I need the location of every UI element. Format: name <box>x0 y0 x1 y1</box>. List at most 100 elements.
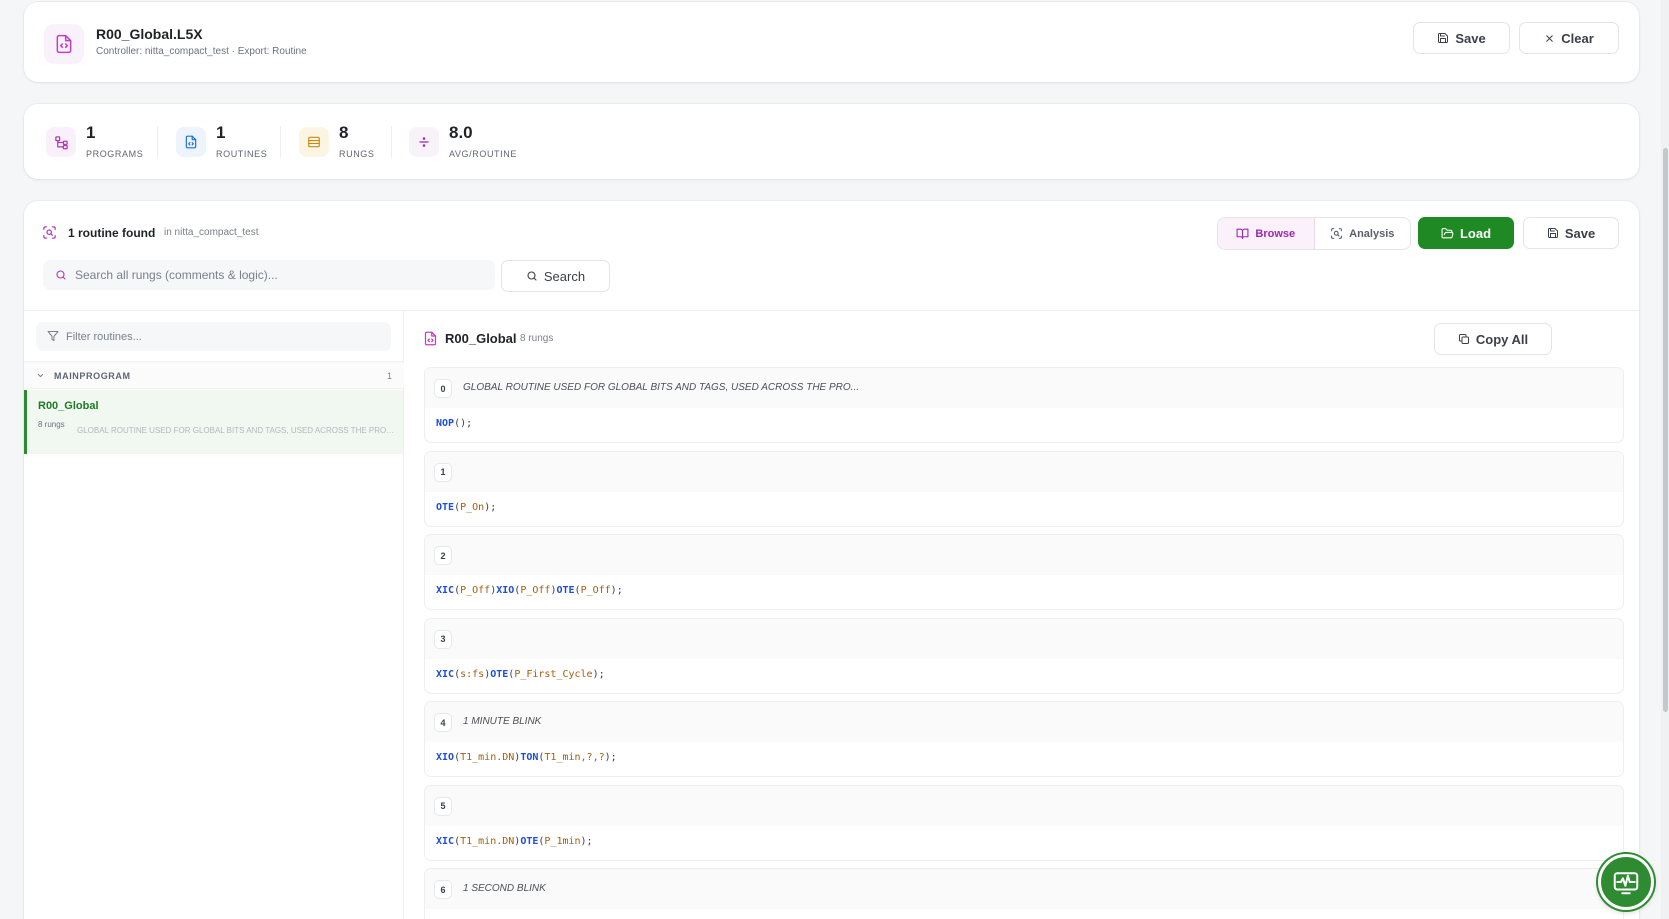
rung-number: 2 <box>434 546 452 565</box>
rung-logic: XIC(T1_min.DN)OTE(P_1min); <box>436 836 593 847</box>
rung-number: 0 <box>434 379 452 398</box>
tab-analysis[interactable]: Analysis <box>1315 218 1411 249</box>
results-scope: in nitta_compact_test <box>164 227 259 238</box>
scrollbar-thumb[interactable] <box>1663 148 1668 712</box>
rung-logic: XIC(P_Off)XIO(P_Off)OTE(P_Off); <box>436 585 623 596</box>
book-open-icon <box>1236 227 1249 240</box>
rung-card[interactable]: 6 1 SECOND BLINK <box>424 868 1624 919</box>
stat-value: 1 <box>86 123 96 142</box>
rung-card[interactable]: 0 GLOBAL ROUTINE USED FOR GLOBAL BITS AND… <box>424 367 1624 443</box>
tag-token: P_First_Cycle <box>514 668 593 680</box>
routine-title: R00_Global <box>445 331 517 346</box>
instruction-token: TON <box>520 752 539 763</box>
divider <box>157 126 158 158</box>
save-button[interactable]: Save <box>1523 217 1619 249</box>
punctuation-token: ); <box>580 835 593 847</box>
instruction-token: XIO <box>436 752 455 763</box>
view-toggle: Browse Analysis <box>1217 217 1411 250</box>
rung-header: 6 1 SECOND BLINK <box>425 869 1623 909</box>
instruction-token: OTE <box>436 501 455 513</box>
file-title: R00_Global.L5X <box>96 26 203 42</box>
search-button[interactable]: Search <box>501 260 610 292</box>
tag-token: P_Off <box>520 585 551 596</box>
rung-card[interactable]: 4 1 MINUTE BLINK XIO(T1_min.DN)TON(T1_min,… <box>424 701 1624 777</box>
routine-rung-count: 8 rungs <box>38 420 65 429</box>
clear-button[interactable]: Clear <box>1519 22 1619 54</box>
stats-bar: 1 PROGRAMS 1 ROUTINES 8 RUNGS 8.0 AVG/RO… <box>24 104 1639 179</box>
instruction-token: OTE <box>490 668 509 680</box>
rung-number: 3 <box>434 629 452 649</box>
rung-logic: NOP(); <box>436 418 472 429</box>
punctuation-token: (); <box>454 418 473 429</box>
waveform-monitor-icon <box>1611 867 1641 897</box>
punctuation-token: ); <box>484 501 497 513</box>
assistant-fab-button[interactable] <box>1598 854 1654 910</box>
divide-icon <box>409 127 439 157</box>
filter-icon <box>47 330 59 342</box>
folder-open-icon <box>1441 227 1454 240</box>
program-name: MAINPROGRAM <box>54 371 131 381</box>
stat-value: 8.0 <box>449 123 473 142</box>
tab-browse[interactable]: Browse <box>1218 218 1315 249</box>
punctuation-token: ); <box>610 585 623 596</box>
rung-header: 3 <box>425 618 1623 659</box>
rung-logic: XIO(T1_min.DN)TON(T1_min,?,?); <box>436 752 617 763</box>
routine-rung-count: 8 rungs <box>520 333 554 344</box>
search-icon <box>55 269 67 281</box>
routine-sidebar: MAINPROGRAM 1 R00_Global 8 rungs GLOBAL … <box>24 311 404 919</box>
search-label: Search <box>543 268 586 284</box>
tab-label: Browse <box>1255 227 1296 240</box>
stat-label: AVG/ROUTINE <box>449 149 517 159</box>
tag-token: T1_min,?,? <box>544 752 605 763</box>
instruction-token: XIC <box>436 668 455 680</box>
copy-all-button[interactable]: Copy All <box>1434 323 1552 355</box>
tag-token: T1_min.DN <box>460 752 515 763</box>
instruction-token: XIC <box>436 835 455 847</box>
instruction-token: OTE <box>520 835 539 847</box>
program-group-header[interactable]: MAINPROGRAM 1 <box>24 361 404 389</box>
divider <box>280 126 281 158</box>
rung-header: 2 <box>425 535 1623 575</box>
instruction-token: XIC <box>436 585 455 596</box>
punctuation-token: ); <box>592 668 605 680</box>
rung-card[interactable]: 5 XIC(T1_min.DN)OTE(P_1min); <box>424 784 1624 861</box>
rung-header: 1 <box>425 451 1623 492</box>
save-icon <box>1547 227 1559 239</box>
close-icon <box>1544 33 1555 44</box>
divider <box>391 126 392 158</box>
rung-card[interactable]: 1 OTE(P_On); <box>424 450 1624 527</box>
rung-search <box>43 260 495 290</box>
results-count: 1 routine found <box>68 226 156 240</box>
scan-search-icon <box>1330 227 1343 240</box>
file-code-icon <box>176 127 206 157</box>
instruction-token: XIO <box>496 585 515 596</box>
rung-comment: GLOBAL ROUTINE USED FOR GLOBAL BITS AND … <box>463 382 860 393</box>
rung-card[interactable]: 3 XIC(s:fs)OTE(P_First_Cycle); <box>424 617 1624 694</box>
rung-comment: 1 SECOND BLINK <box>463 883 546 894</box>
file-code-icon <box>423 331 438 346</box>
sidebar-item-r00-global[interactable]: R00_Global 8 rungs GLOBAL ROUTINE USED F… <box>24 390 403 454</box>
program-routine-count: 1 <box>386 371 392 381</box>
save-button[interactable]: Save <box>1413 22 1510 54</box>
file-header: R00_Global.L5X Controller: nitta_compact… <box>24 2 1639 82</box>
stat-value: 1 <box>216 123 226 142</box>
filter-input[interactable] <box>66 322 386 351</box>
rung-header: 5 <box>425 785 1623 826</box>
routine-browser: 1 routine found in nitta_compact_test Br… <box>24 201 1639 919</box>
save-label: Save <box>1455 30 1486 46</box>
search-icon <box>526 270 538 282</box>
rung-logic: OTE(P_On); <box>436 502 496 513</box>
rows-icon <box>299 127 329 157</box>
rung-card[interactable]: 2 XIC(P_Off)XIO(P_Off)OTE(P_Off); <box>424 534 1624 610</box>
scan-search-icon <box>42 225 57 240</box>
copy-icon <box>1458 333 1470 345</box>
rung-header: 4 1 MINUTE BLINK <box>425 702 1623 742</box>
load-label: Load <box>1459 225 1492 241</box>
load-button[interactable]: Load <box>1418 217 1514 249</box>
search-input[interactable] <box>75 260 485 290</box>
routine-detail: R00_Global 8 rungs Copy All 0 GLOBAL ROUT… <box>404 311 1639 919</box>
rung-number: 5 <box>434 796 452 816</box>
file-code-icon <box>44 24 84 64</box>
stat-label: RUNGS <box>339 149 375 159</box>
routine-name: R00_Global <box>38 400 99 412</box>
